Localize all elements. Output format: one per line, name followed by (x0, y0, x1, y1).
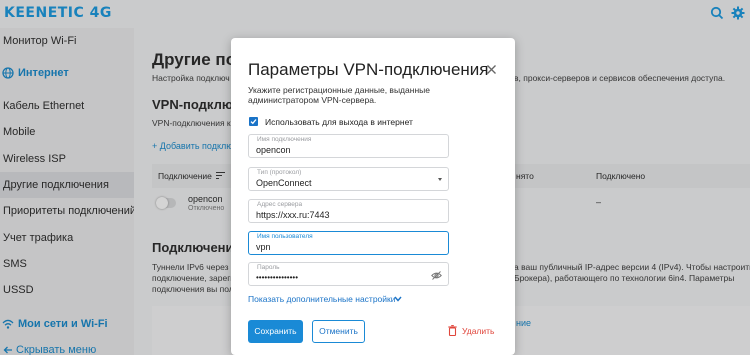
protocol-select[interactable]: Тип (протокол) OpenConnect (248, 167, 449, 191)
check-icon (250, 119, 257, 125)
field-value: vpn (256, 242, 271, 252)
trash-icon (448, 325, 457, 336)
show-more-settings-link[interactable]: Показать дополнительные настройки (248, 294, 395, 304)
field-label: Адрес сервера (257, 201, 303, 208)
dialog-description: Укажите регистрационные данные, выданные… (248, 85, 430, 105)
username-field[interactable]: Имя пользователя vpn (248, 231, 449, 255)
cancel-button[interactable]: Отменить (312, 320, 365, 343)
chevron-down-icon (438, 178, 442, 181)
field-value: https://xxx.ru:7443 (256, 210, 330, 220)
dialog-title: Параметры VPN-подключения (248, 60, 489, 79)
field-value: opencon (256, 145, 291, 155)
delete-button[interactable]: Удалить (448, 325, 495, 336)
delete-label: Удалить (462, 326, 495, 336)
close-icon[interactable] (486, 64, 497, 75)
chevron-down-icon[interactable] (394, 296, 402, 302)
use-for-internet-label[interactable]: Использовать для выхода в интернет (265, 117, 413, 127)
use-for-internet-checkbox[interactable] (249, 117, 258, 126)
vpn-settings-dialog: Параметры VPN-подключения Укажите регист… (231, 38, 515, 355)
field-label: Имя подключения (257, 136, 312, 143)
server-address-field[interactable]: Адрес сервера https://xxx.ru:7443 (248, 199, 449, 223)
field-label: Имя пользователя (257, 233, 313, 240)
save-button[interactable]: Сохранить (248, 320, 303, 343)
connection-name-field[interactable]: Имя подключения opencon (248, 134, 449, 158)
password-field[interactable]: Пароль ••••••••••••••• (248, 262, 449, 286)
field-label: Пароль (257, 264, 280, 271)
field-label: Тип (протокол) (257, 169, 302, 176)
eye-off-icon[interactable] (431, 270, 442, 281)
field-value: ••••••••••••••• (256, 273, 299, 282)
field-value: OpenConnect (256, 178, 312, 188)
